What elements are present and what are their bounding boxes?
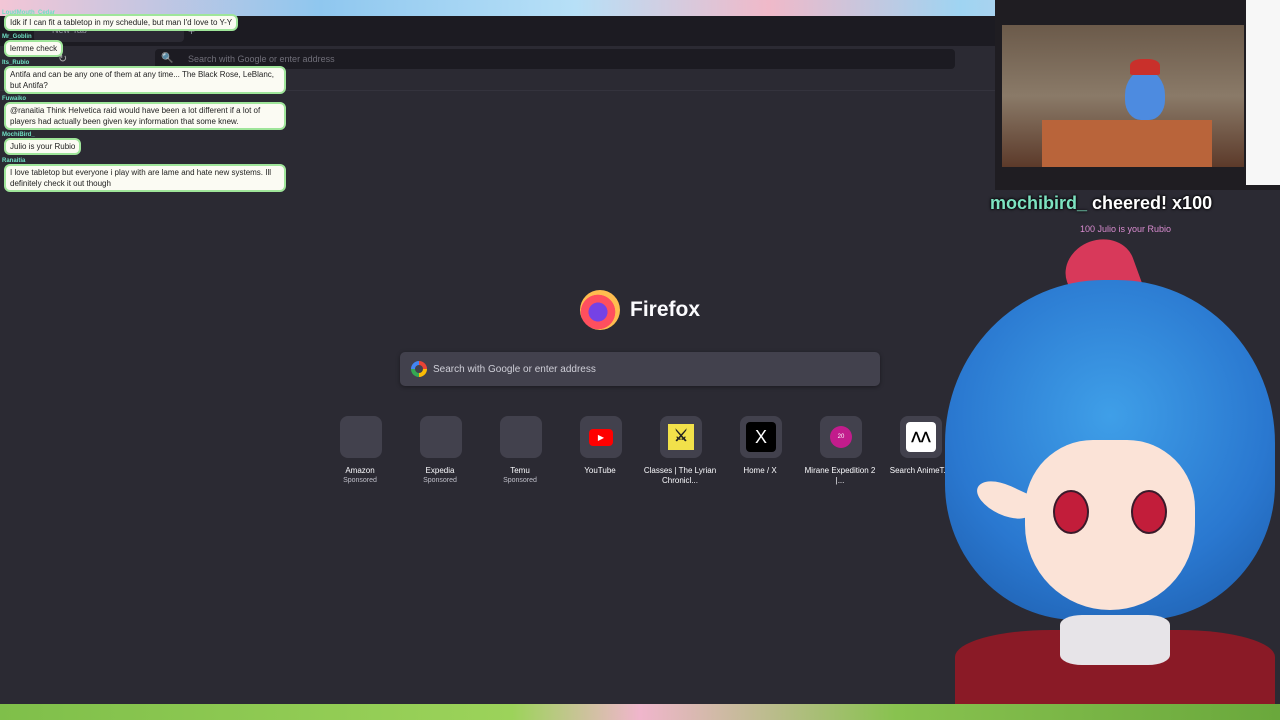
shortcut-youtube[interactable]: ▶ YouTube <box>560 416 640 496</box>
vtuber-avatar <box>905 229 1280 720</box>
shortcut-label: YouTube <box>584 466 616 475</box>
youtube-icon: ▶ <box>589 428 613 446</box>
cheer-alert: mochibird_ cheered! x100 <box>990 193 1212 214</box>
search-icon: 🔍 <box>161 53 174 64</box>
shortcut-classes[interactable]: ⚔ Classes | The Lyrian Chronicl... <box>640 416 720 496</box>
sponsored-label: Sponsored <box>423 477 457 484</box>
chat-message: Julio is your Rubio <box>4 138 82 155</box>
shortcut-x[interactable]: X Home / X <box>720 416 800 496</box>
blank-icon <box>420 416 462 458</box>
blank-icon <box>500 416 542 458</box>
cheer-username: mochibird_ <box>990 193 1088 213</box>
chat-message: Idk if I can fit a tabletop in my schedu… <box>4 14 239 31</box>
cheer-message: 100 Julio is your Rubio <box>1080 224 1172 234</box>
shortcut-label: Expedia <box>425 466 455 475</box>
chat-message: lemme check <box>4 40 64 57</box>
avatar-eye-left <box>1053 490 1089 534</box>
swords-icon: ⚔ <box>668 424 694 450</box>
blank-icon <box>340 416 382 458</box>
sponsored-label: Sponsored <box>503 477 537 484</box>
chat-message: I love tabletop but everyone i play with… <box>4 164 286 192</box>
d20-icon: 20 <box>830 426 852 448</box>
url-placeholder: Search with Google or enter address <box>188 54 335 64</box>
chat-message: @ranaitia Think Helvetica raid would hav… <box>4 102 286 130</box>
x-icon: X <box>746 422 776 452</box>
shortcut-mirane[interactable]: 20 Mirane Expedition 2 |... <box>800 416 880 496</box>
shortcut-label: Temu <box>510 466 530 475</box>
webcam-scene <box>1002 25 1244 167</box>
firefox-logo-icon <box>580 290 620 330</box>
chat-message: Antifa and can be any one of them at any… <box>4 66 286 94</box>
shortcut-label: Classes | The Lyrian Chronicl... <box>643 466 717 485</box>
avatar-face <box>1025 440 1195 610</box>
firefox-brand: Firefox <box>578 290 718 332</box>
sponsored-label: Sponsored <box>343 477 377 484</box>
avatar-collar <box>1060 615 1170 665</box>
shortcut-label: Home / X <box>743 466 777 475</box>
desk-graphic <box>1042 120 1212 167</box>
brand-name: Firefox <box>630 298 701 321</box>
search-placeholder: Search with Google or enter address <box>433 364 596 375</box>
stream-bottom-art <box>0 704 1280 720</box>
shortcut-expedia[interactable]: Expedia Sponsored <box>400 416 480 496</box>
hat-graphic <box>1130 59 1160 75</box>
character-graphic <box>1125 70 1165 120</box>
side-chat-panel <box>1246 0 1280 185</box>
cheer-text: cheered! x100 <box>1087 193 1213 213</box>
shortcut-temu[interactable]: Temu Sponsored <box>480 416 560 496</box>
shortcut-label: Amazon <box>345 466 375 475</box>
search-input[interactable]: Search with Google or enter address <box>400 352 880 386</box>
avatar-eye-right <box>1131 490 1167 534</box>
shortcut-label: Mirane Expedition 2 |... <box>804 466 876 485</box>
google-icon <box>411 361 427 377</box>
shortcut-amazon[interactable]: Amazon Sponsored <box>320 416 400 496</box>
